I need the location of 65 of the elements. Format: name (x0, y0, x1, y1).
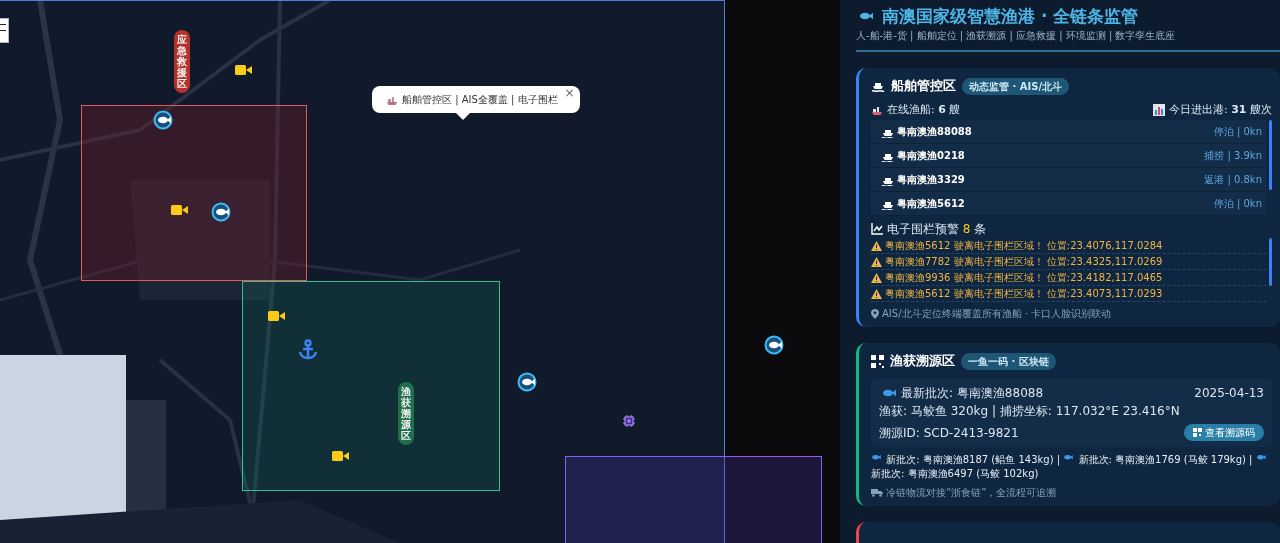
separator-text: | (1056, 453, 1061, 465)
zone-label: 应急救援区 (174, 30, 190, 93)
catch-info: 渔获: 马鲛鱼 320kg | 捕捞坐标: 117.032°E 23.416°N (879, 402, 1181, 420)
pin-icon (871, 308, 879, 319)
separator-text: | (1249, 453, 1253, 465)
vessel-name: 粤南澳渔5612 (897, 197, 965, 212)
tag: 动态监管 · AIS/北斗 (962, 77, 1070, 95)
anchor-icon (297, 339, 319, 361)
line-chart-icon (871, 223, 883, 236)
zone-label: 渔获溯源区 (398, 382, 414, 445)
batch-item: 新批次: 粤南澳渔1769 (马鲛 179kg) (1078, 453, 1246, 465)
card-title: 船舶管控区 (891, 77, 956, 96)
vessel-row[interactable]: 粤南澳渔3329 返港 | 0.8kn (871, 168, 1266, 193)
close-button[interactable]: × (564, 86, 575, 101)
vessel-row[interactable]: 粤南澳渔0218 捕捞 | 3.9kn (871, 144, 1266, 169)
batch-item: 新批次: 粤南澳渔8187 (鲳鱼 143kg) (886, 453, 1054, 465)
camera-icon (171, 204, 188, 216)
ship-icon (871, 104, 883, 117)
fish-marker-icon (211, 202, 231, 222)
vessel-row[interactable]: 粤南澳渔88088 停泊 | 0kn (871, 120, 1266, 145)
panel-title: 南澳国家级智慧渔港 · 全链条监管 (882, 6, 1139, 27)
warning-icon (871, 288, 882, 299)
vessel-name: 粤南澳渔88088 (897, 125, 972, 140)
camera-icon (268, 310, 285, 322)
warning-icon (871, 272, 882, 283)
footnote: 冷链物流对接“浙食链”，全流程可追溯 (886, 485, 1057, 500)
popup-text: 船舶管控区 | AIS全覆盖 | 电子围栏 (402, 93, 558, 107)
zoom-control[interactable] (0, 18, 9, 43)
truck-icon (871, 487, 883, 497)
fish-marker-icon (764, 335, 784, 355)
bar-chart-icon (1153, 104, 1165, 117)
vessel-row[interactable]: 粤南澳渔5612 停泊 | 0kn (871, 192, 1266, 217)
alert-heading: 电子围栏预警 8 条 (887, 221, 987, 239)
trace-id: 溯源ID: SCD-2413-9821 (879, 424, 1019, 442)
scrollbar[interactable] (1269, 238, 1272, 287)
fish-marker-icon (517, 372, 537, 392)
vessel-name: 粤南澳渔0218 (897, 149, 965, 164)
chip-icon (623, 415, 635, 427)
batch-item: 新批次: 粤南澳渔6497 (马鲛 102kg) (871, 467, 1039, 479)
alert-text: 粤南澳渔5612 驶离电子围栏区域！ 位置:23.4073,117.0293 (885, 287, 1163, 302)
warning-icon (871, 256, 882, 267)
alert-text: 粤南澳渔5612 驶离电子围栏区域！ 位置:23.4076,117.0284 (885, 239, 1163, 254)
batch-title: 最新批次: 粤南澳渔88088 (901, 384, 1044, 402)
card-title: 渔获溯源区 (890, 352, 955, 371)
stat-text: 今日进出港: 31 艘次 (1169, 101, 1272, 118)
tag: 一鱼一码 · 区块链 (961, 352, 1056, 370)
vessel-status: 返港 | 0.8kn (1204, 173, 1262, 188)
warning-icon (871, 240, 882, 251)
camera-icon (235, 64, 252, 76)
qr-code-icon (871, 354, 884, 368)
stat-text: 在线渔船: 6 艘 (887, 101, 961, 118)
vessel-name: 粤南澳渔3329 (897, 173, 965, 188)
vessel-status: 停泊 | 0kn (1213, 125, 1262, 140)
batch-date: 2025-04-13 (1194, 384, 1264, 402)
vessel-status: 捕捞 | 3.9kn (1204, 149, 1262, 164)
camera-icon (332, 450, 349, 462)
vessel-status: 停泊 | 0kn (1213, 197, 1262, 212)
footnote: AIS/北斗定位终端覆盖所有渔船 · 卡口人脸识别联动 (882, 307, 1112, 322)
trace-code-button[interactable]: 查看溯源码 (1184, 424, 1264, 442)
fish-marker-icon (153, 110, 173, 130)
alert-text: 粤南澳渔9936 驶离电子围栏区域！ 位置:23.4182,117.0465 (885, 271, 1163, 286)
panel-subtitle: 人-船-港-货 | 船舶定位 | 渔获溯源 | 应急救援 | 环境监测 | 数字孪生底座 (856, 29, 1177, 44)
scrollbar[interactable] (1269, 120, 1272, 191)
qr-code-icon (1193, 428, 1202, 438)
alert-text: 粤南澳渔7782 驶离电子围栏区域！ 位置:23.4325,117.0269 (885, 255, 1163, 270)
